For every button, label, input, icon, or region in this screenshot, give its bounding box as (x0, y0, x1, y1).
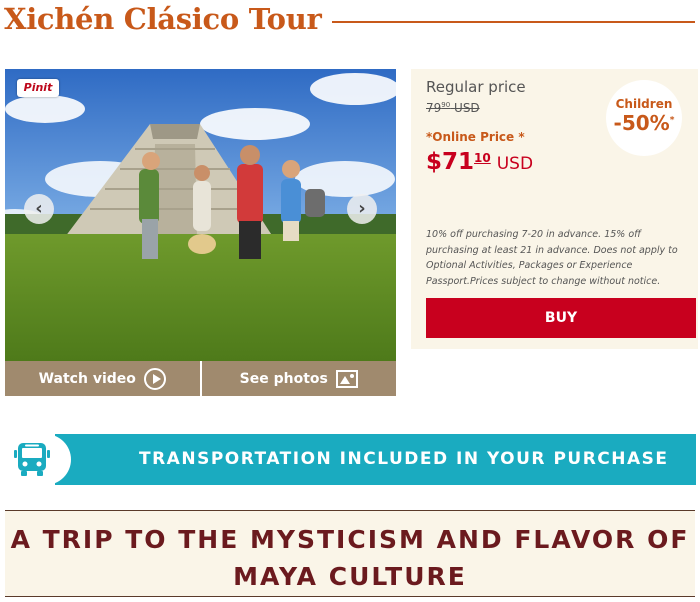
chevron-right-icon[interactable]: › (347, 194, 377, 224)
media-bar: Watch video See photos (5, 361, 396, 396)
regular-price-whole: 79 (426, 101, 442, 115)
title-row: Xichén Clásico Tour (0, 0, 700, 44)
culture-heading: A TRIP TO THE MYSTICISM AND FLAVOR OF MA… (10, 525, 690, 591)
bus-icon (14, 443, 50, 476)
regular-price: 7990 USD (426, 101, 480, 115)
culture-section: A TRIP TO THE MYSTICISM AND FLAVOR OF MA… (5, 510, 695, 597)
regular-price-label: Regular price (426, 78, 526, 96)
fine-print: 10% off purchasing 7-20 in advance. 15% … (426, 229, 678, 287)
children-discount-badge: Children -50%* (606, 80, 682, 156)
title-divider (332, 21, 695, 23)
image-icon (335, 369, 358, 388)
children-discount-mark: * (669, 115, 675, 126)
children-discount-value: -50% (613, 111, 670, 135)
photo-gallery: Pinit ‹ › Watch video See photos (5, 69, 396, 396)
see-photos-button[interactable]: See photos (199, 361, 396, 396)
online-price-cents: 10 (474, 151, 491, 165)
regular-price-currency: USD (454, 101, 480, 115)
online-price-symbol: $ (426, 149, 443, 175)
watch-video-label: Watch video (38, 370, 136, 387)
page-title: Xichén Clásico Tour (4, 2, 322, 36)
tour-photo[interactable]: Pinit ‹ › (5, 69, 396, 361)
children-label: Children (615, 97, 673, 111)
online-price-label: *Online Price * (426, 130, 525, 144)
transportation-icon-tab (9, 434, 71, 485)
play-icon (143, 367, 166, 390)
pinterest-button[interactable]: Pinit (17, 79, 59, 97)
tour-photo-image (5, 69, 396, 361)
online-price-currency: USD (496, 154, 534, 174)
online-price-whole: 71 (442, 149, 475, 175)
watch-video-button[interactable]: Watch video (5, 361, 200, 396)
buy-button[interactable]: BUY (426, 298, 696, 338)
regular-price-cents: 90 (441, 101, 451, 109)
children-discount: -50%* (606, 111, 682, 135)
online-price: $7110 USD (426, 149, 533, 175)
see-photos-label: See photos (239, 370, 328, 387)
chevron-left-icon[interactable]: ‹ (24, 194, 54, 224)
transportation-text: TRANSPORTATION INCLUDED IN YOUR PURCHASE (139, 449, 669, 469)
transportation-bar: TRANSPORTATION INCLUDED IN YOUR PURCHASE (55, 434, 696, 485)
transportation-banner: TRANSPORTATION INCLUDED IN YOUR PURCHASE (9, 434, 696, 485)
price-panel: Regular price 7990 USD *Online Price * $… (411, 69, 698, 349)
